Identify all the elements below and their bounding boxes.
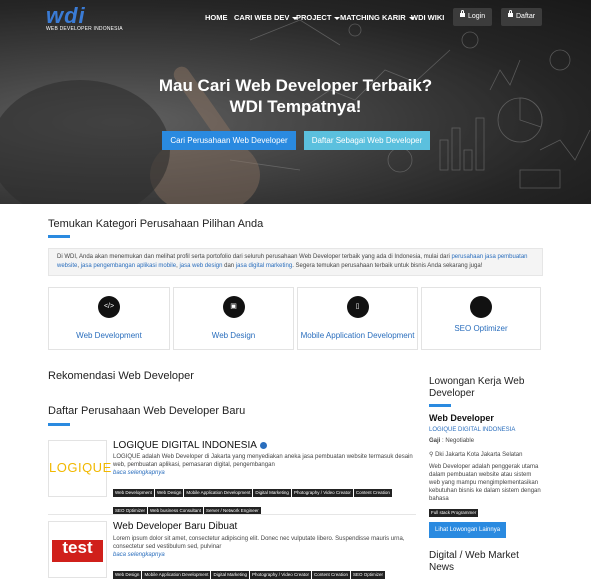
find-company-button[interactable]: Cari Perusahaan Web Developer [162,131,296,150]
job-company[interactable]: LOGIQUE DIGITAL INDONESIA [429,427,515,433]
recommend-title: Rekomendasi Web Developer [48,370,194,382]
tag: Photography / Video Creator [250,571,311,579]
category-web-development[interactable]: </> Web Development [48,287,170,350]
tag: SEO Optimizer [350,571,385,579]
location-pin-icon: ⚲ [429,452,434,458]
tag: Content Creation [353,489,392,497]
jobs-title: Lowongan Kerja Web Developer [429,376,525,399]
register-developer-button[interactable]: Daftar Sebagai Web Developer [304,131,430,150]
company-name[interactable]: LOGIQUE DIGITAL INDONESIA [113,440,267,451]
nav-matching-karir[interactable]: MATCHING KARIR [340,13,415,22]
more-jobs-button[interactable]: Lihat Lowongan Lainnya [429,522,507,538]
hero-title-line1: Mau Cari Web Developer Terbaik? [158,76,433,95]
read-more-link[interactable]: baca selengkapnya [113,470,165,476]
logo-text: test [62,538,93,557]
title-underline [48,235,70,238]
read-more-link[interactable]: baca selengkapnya [113,552,165,558]
company-logo[interactable]: test [48,521,107,578]
tag: Photography / Video Creator [291,489,353,497]
login-button[interactable]: Login [453,8,493,26]
register-button[interactable]: Daftar [501,8,543,26]
nav-home[interactable]: HOME [205,13,228,22]
tag: Web Design [154,489,184,497]
tag: Web Design [113,571,142,579]
title-underline [429,404,451,407]
code-icon: </> [98,296,120,318]
verified-icon [259,441,267,449]
tag: Digital Marketing [211,571,249,579]
tag: Mobile Application Development [142,571,211,579]
category-mobile-app[interactable]: ▯ Mobile Application Development [297,287,418,350]
tag: Digital Marketing [253,489,291,497]
category-label: Mobile Application Development [300,331,415,340]
company-name[interactable]: Web Developer Baru Dibuat [113,521,237,532]
company-card-test[interactable]: test Web Developer Baru Dibuat Lorem ips… [48,521,416,585]
company-description: LOGIQUE adalah Web Developer di Jakarta … [113,454,413,468]
category-intro: Di WDI, Anda akan menemukan dan melihat … [48,248,543,276]
tag: Mobile Application Development [184,489,253,497]
logo-text: LOGIQUE [49,460,112,475]
job-salary: Gaji : Negotiable [429,438,475,444]
logo-subtitle: WEB DEVELOPER INDONESIA [46,26,123,32]
category-label: Web Design [211,331,256,340]
divider [48,514,416,515]
new-companies-title: Daftar Perusahaan Web Developer Baru [48,405,246,417]
company-description: Lorem ipsum dolor sit amet, consectetur … [113,536,405,550]
category-section-title: Temukan Kategori Perusahaan Pilihan Anda [48,218,264,230]
job-tag: Full stack Programmer [429,509,479,517]
seo-icon [470,296,492,318]
link-jasa-aplikasi-mobile[interactable]: jasa pengembangan aplikasi mobile [81,263,176,269]
nav-wdi-wiki[interactable]: WDI WIKI [411,13,444,22]
design-icon: ▣ [222,296,245,318]
hero-banner: wdi WEB DEVELOPER INDONESIA HOME CARI WE… [0,0,591,204]
category-seo-optimizer[interactable]: SEO Optimizer [421,287,541,350]
mobile-icon: ▯ [346,296,369,318]
company-logo[interactable]: LOGIQUE [48,440,112,497]
category-label: Web Development [76,331,142,340]
job-description: Web Developer adalah penggerak utama dal… [429,464,541,502]
job-location: ⚲ Dki Jakarta Kota Jakarta Selatan [429,452,523,458]
company-card-logique[interactable]: LOGIQUE LOGIQUE DIGITAL INDONESIA LOGIQU… [48,440,416,515]
title-underline [48,423,70,426]
nav-project[interactable]: PROJECT [296,13,341,22]
company-tags: Web Development Web Design Mobile Applicat… [113,481,416,517]
news-title: Digital / Web Market News [429,550,519,573]
hero-title-line2: WDI Tempatnya! [229,97,362,116]
lock-icon [508,10,513,18]
wdi-logo[interactable]: wdi WEB DEVELOPER INDONESIA [46,3,123,32]
top-navbar: wdi WEB DEVELOPER INDONESIA HOME CARI WE… [0,0,591,36]
tag: Content Creation [311,571,350,579]
job-title[interactable]: Web Developer [429,413,494,423]
lock-icon [460,10,465,18]
category-web-design[interactable]: ▣ Web Design [173,287,294,350]
link-jasa-web-design[interactable]: jasa web design [179,263,222,269]
category-label: SEO Optimizer [454,324,508,333]
company-tags: Web Design Mobile Application Development… [113,563,416,581]
link-jasa-digital-marketing[interactable]: jasa digital marketing [236,263,292,269]
nav-cari-web-dev[interactable]: CARI WEB DEV [234,13,299,22]
tag: Web Development [113,489,154,497]
